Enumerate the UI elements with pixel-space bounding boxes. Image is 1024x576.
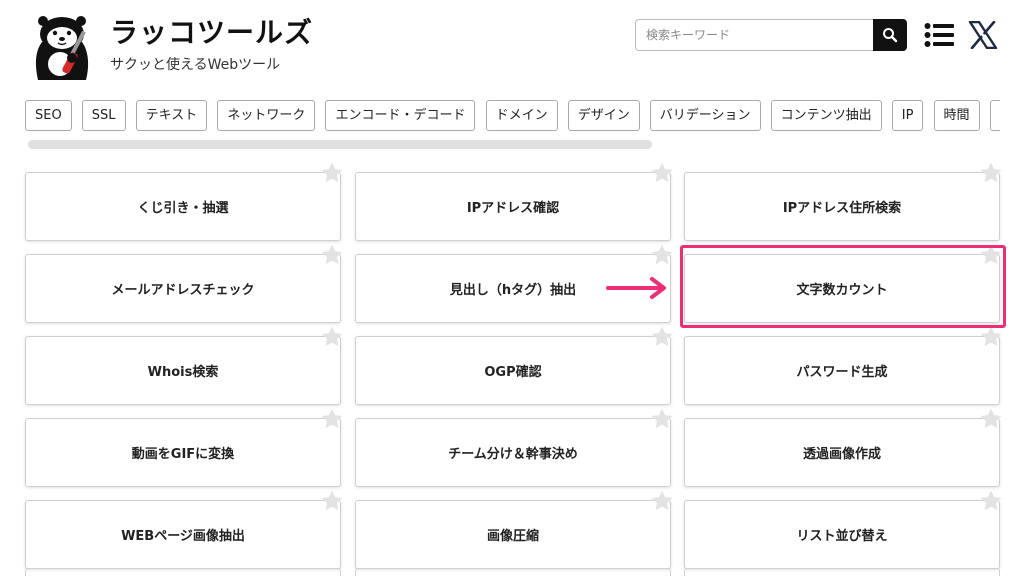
tool-card[interactable]: IPアドレス住所検索 bbox=[684, 162, 1002, 241]
tag-encode-decode[interactable]: エンコード・デコード bbox=[325, 100, 476, 131]
tool-card[interactable]: Whois検索 bbox=[25, 326, 343, 405]
tag-seo[interactable]: SEO bbox=[25, 100, 72, 131]
x-logo-icon[interactable] bbox=[968, 21, 998, 49]
tag-time[interactable]: 時間 bbox=[933, 100, 980, 131]
tool-card-label: 透過画像作成 bbox=[802, 447, 881, 462]
tool-card[interactable]: リスト並び替え bbox=[684, 490, 1002, 569]
tool-card-highlighted[interactable]: 文字数カウント bbox=[684, 244, 1002, 323]
star-icon[interactable] bbox=[650, 407, 674, 431]
tag-network[interactable]: ネットワーク bbox=[217, 100, 316, 131]
tag-partial[interactable]: C bbox=[989, 100, 1000, 131]
tool-card-label: 動画をGIFに変換 bbox=[131, 447, 235, 462]
category-tags: SEO SSL テキスト ネットワーク エンコード・デコード ドメイン デザイン… bbox=[25, 100, 1000, 134]
tool-card[interactable]: くじ引き・抽選 bbox=[25, 162, 343, 241]
star-icon[interactable] bbox=[650, 243, 674, 267]
page: ラッコツールズ サクッと使えるWebツール SEO SSL テキスト ネットワー… bbox=[0, 0, 1024, 576]
tool-card-label: チーム分け＆幹事決め bbox=[448, 447, 578, 462]
star-icon[interactable] bbox=[979, 243, 1003, 267]
tag-text[interactable]: テキスト bbox=[135, 100, 208, 131]
tool-card-label: Whois検索 bbox=[147, 365, 219, 380]
tag-validation[interactable]: バリデーション bbox=[649, 100, 761, 131]
tool-card-label: リスト並び替え bbox=[796, 529, 888, 544]
tool-card[interactable]: 画像圧縮 bbox=[355, 490, 673, 569]
tag-domain[interactable]: ドメイン bbox=[485, 100, 558, 131]
arrow-right-icon bbox=[606, 277, 666, 299]
site-title: ラッコツールズ bbox=[110, 16, 314, 49]
menu-icon[interactable] bbox=[924, 22, 954, 48]
tool-card[interactable]: WEBページ画像抽出 bbox=[25, 490, 343, 569]
star-icon[interactable] bbox=[320, 243, 344, 267]
search-button[interactable] bbox=[873, 19, 907, 51]
sea-otter-mascot-icon bbox=[35, 16, 89, 80]
tool-card-label: OGP確認 bbox=[484, 365, 542, 380]
tag-content-extract[interactable]: コンテンツ抽出 bbox=[770, 100, 882, 131]
search-bar bbox=[635, 19, 907, 51]
tool-card-label: IPアドレス住所検索 bbox=[782, 201, 902, 216]
tool-card-label: 文字数カウント bbox=[796, 283, 888, 298]
star-icon[interactable] bbox=[320, 161, 344, 185]
tool-card[interactable]: IPアドレス確認 bbox=[355, 162, 673, 241]
tag-ssl[interactable]: SSL bbox=[81, 100, 126, 131]
star-icon[interactable] bbox=[650, 161, 674, 185]
star-icon[interactable] bbox=[650, 325, 674, 349]
next-row-partial bbox=[25, 568, 1000, 576]
tool-card-label: メールアドレスチェック bbox=[111, 283, 255, 298]
site-logo[interactable]: ラッコツールズ サクッと使えるWebツール bbox=[28, 12, 313, 82]
tool-card[interactable]: パスワード生成 bbox=[684, 326, 1002, 405]
star-icon[interactable] bbox=[320, 325, 344, 349]
search-input[interactable] bbox=[635, 19, 873, 51]
tool-card[interactable]: チーム分け＆幹事決め bbox=[355, 408, 673, 487]
star-icon[interactable] bbox=[979, 325, 1003, 349]
tool-card[interactable]: メールアドレスチェック bbox=[25, 244, 343, 323]
tool-card[interactable]: 透過画像作成 bbox=[684, 408, 1002, 487]
tool-card-label: くじ引き・抽選 bbox=[137, 201, 229, 216]
star-icon[interactable] bbox=[979, 489, 1003, 513]
tags-scrollbar[interactable] bbox=[28, 140, 652, 149]
tag-ip[interactable]: IP bbox=[891, 100, 924, 131]
star-icon[interactable] bbox=[979, 407, 1003, 431]
star-icon[interactable] bbox=[650, 489, 674, 513]
tool-card-label: WEBページ画像抽出 bbox=[121, 529, 245, 544]
tool-card[interactable]: 動画をGIFに変換 bbox=[25, 408, 343, 487]
tool-card-label: パスワード生成 bbox=[796, 365, 888, 380]
search-icon bbox=[883, 28, 898, 43]
tool-card-label: 見出し（hタグ）抽出 bbox=[449, 283, 577, 298]
star-icon[interactable] bbox=[979, 161, 1003, 185]
star-icon[interactable] bbox=[320, 407, 344, 431]
tool-card-label: 画像圧縮 bbox=[486, 529, 539, 544]
tag-design[interactable]: デザイン bbox=[567, 100, 640, 131]
tool-card[interactable]: OGP確認 bbox=[355, 326, 673, 405]
star-icon[interactable] bbox=[320, 489, 344, 513]
site-tagline: サクッと使えるWebツール bbox=[110, 57, 281, 73]
tool-card-label: IPアドレス確認 bbox=[466, 201, 560, 216]
